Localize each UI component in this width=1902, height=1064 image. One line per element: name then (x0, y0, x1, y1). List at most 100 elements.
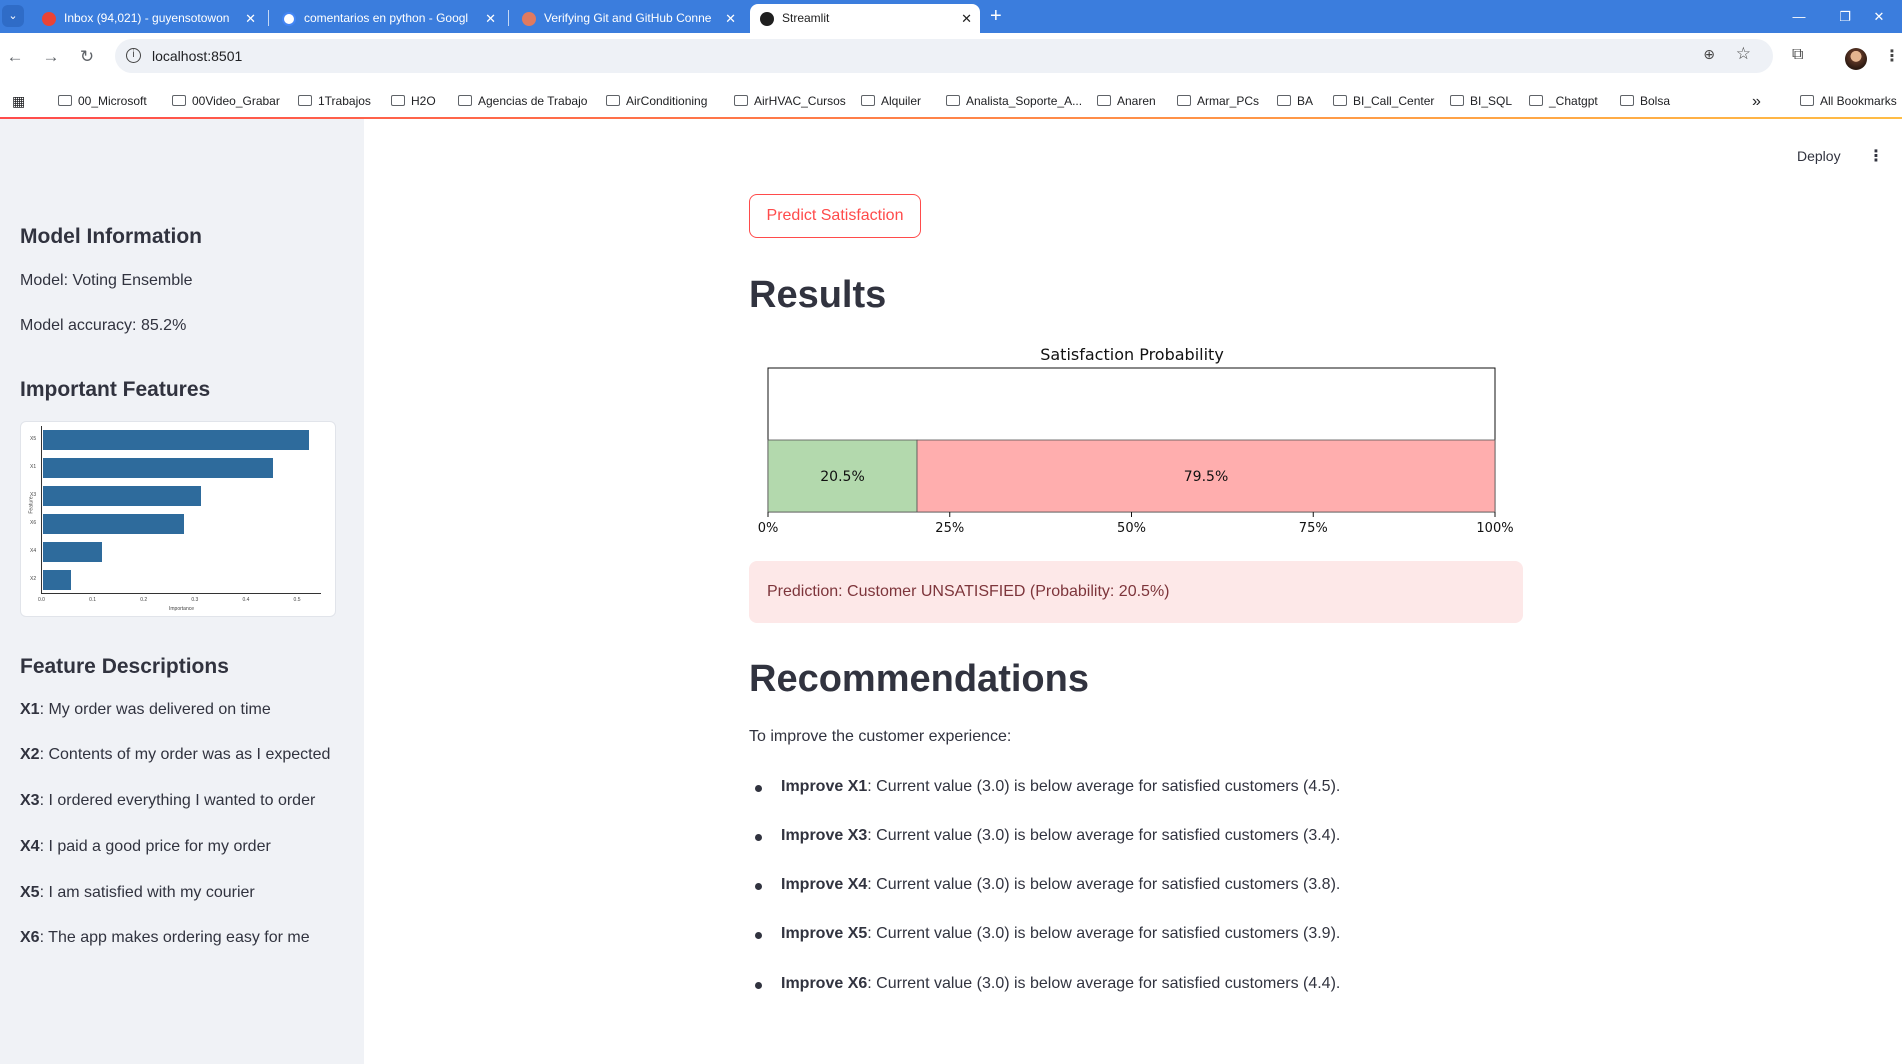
importance-plot-area: X5 X1 X3 X6 X4 X2 0.0 0.1 0.2 0.3 0.4 0.5 (30, 426, 321, 603)
close-icon[interactable]: ✕ (485, 4, 496, 33)
folder-icon (861, 95, 875, 106)
site-info-icon[interactable]: i (126, 48, 141, 63)
importance-xtick: 0.4 (242, 597, 250, 603)
bullet-icon (755, 932, 762, 939)
bookmark-folder[interactable]: Armar_PCs (1177, 85, 1259, 118)
bookmark-folder[interactable]: 00Video_Grabar (172, 85, 280, 118)
bookmark-folder[interactable]: 1Trabajos (298, 85, 371, 118)
bookmark-folder[interactable]: _Chatgpt (1529, 85, 1598, 118)
folder-icon (1800, 95, 1814, 106)
bookmark-folder[interactable]: BI_Call_Center (1333, 85, 1434, 118)
prediction-text: Prediction: Customer UNSATISFIED (Probab… (767, 583, 1170, 600)
importance-ylabel: Feature (28, 496, 35, 514)
feature-description-x2: X2: Contents of my order was as I expect… (20, 746, 331, 763)
probability-bar-label: 79.5% (1184, 469, 1228, 485)
folder-icon (298, 95, 312, 106)
new-tab-icon[interactable]: + (990, 4, 1002, 28)
zoom-icon[interactable]: ⊕ (1703, 46, 1715, 63)
tab-title: comentarios en python - Googl (304, 11, 469, 25)
folder-icon (1529, 95, 1543, 106)
tab-google-search[interactable]: comentarios en python - Googl ✕ (272, 4, 504, 33)
bookmark-folder[interactable]: BA (1277, 85, 1313, 118)
address-bar[interactable]: i localhost:8501 ⊕ ☆ (115, 39, 1773, 73)
feature-description-x4: X4: I paid a good price for my order (20, 838, 271, 855)
bullet-icon (755, 883, 762, 890)
browser-tab-strip: ⌄ Inbox (94,021) - guyensotowon ✕ coment… (0, 0, 1902, 33)
sidebar: Model Information Model: Voting Ensemble… (0, 119, 364, 1064)
folder-icon (58, 95, 72, 106)
page-icon (522, 12, 536, 26)
bookmark-folder[interactable]: Anaren (1097, 85, 1156, 118)
back-icon[interactable]: ← (0, 42, 30, 72)
close-icon[interactable]: ✕ (245, 4, 256, 33)
recommendations-heading: Recommendations (749, 658, 1089, 700)
gmail-icon (42, 12, 56, 26)
extensions-icon[interactable]: ⧉ (1792, 46, 1803, 64)
close-window-icon[interactable]: ✕ (1856, 0, 1902, 33)
importance-xtick: 0.2 (140, 597, 148, 603)
bookmark-star-icon[interactable]: ☆ (1736, 44, 1751, 64)
tab-github-docs[interactable]: Verifying Git and GitHub Conne ✕ (512, 4, 744, 33)
predict-satisfaction-button[interactable]: Predict Satisfaction (749, 194, 921, 238)
folder-icon (1333, 95, 1347, 106)
tab-streamlit[interactable]: Streamlit ✕ (750, 4, 980, 33)
importance-bar-x5 (43, 430, 309, 450)
tab-title: Inbox (94,021) - guyensotowon (64, 11, 230, 25)
importance-ytick: X2 (30, 576, 37, 582)
all-bookmarks[interactable]: All Bookmarks (1800, 85, 1897, 118)
bookmark-folder[interactable]: Bolsa (1620, 85, 1670, 118)
importance-bar-x4 (43, 542, 102, 562)
x-tick-label: 0% (758, 521, 779, 536)
bookmark-folder[interactable]: H2O (391, 85, 436, 118)
main-menu-icon[interactable]: ⋮ (1868, 146, 1884, 166)
close-icon[interactable]: ✕ (961, 4, 972, 33)
bookmarks-overflow-icon[interactable]: » (1752, 85, 1761, 118)
bookmark-folder[interactable]: AirConditioning (606, 85, 707, 118)
importance-bar-x1 (43, 458, 273, 478)
tab-search-icon[interactable]: ⌄ (2, 5, 24, 27)
folder-icon (606, 95, 620, 106)
bookmark-folder[interactable]: AirHVAC_Cursos (734, 85, 846, 118)
prediction-alert: Prediction: Customer UNSATISFIED (Probab… (749, 561, 1523, 623)
folder-icon (734, 95, 748, 106)
bookmark-folder[interactable]: BI_SQL (1450, 85, 1512, 118)
important-features-heading: Important Features (20, 378, 211, 401)
folder-icon (1177, 95, 1191, 106)
bookmark-folder[interactable]: Analista_Soporte_A... (946, 85, 1082, 118)
bullet-icon (755, 834, 762, 841)
bookmark-folder[interactable]: Alquiler (861, 85, 921, 118)
profile-avatar[interactable] (1845, 48, 1867, 70)
results-heading: Results (749, 274, 887, 316)
recommendations-intro: To improve the customer experience: (749, 728, 1012, 745)
model-name: Model: Voting Ensemble (20, 272, 193, 289)
close-icon[interactable]: ✕ (725, 4, 736, 33)
forward-icon[interactable]: → (36, 42, 66, 72)
tab-title: Verifying Git and GitHub Conne (544, 11, 712, 25)
model-accuracy: Model accuracy: 85.2% (20, 317, 187, 334)
streamlit-icon (760, 12, 774, 26)
bullet-icon (755, 982, 762, 989)
importance-bar-x2 (43, 570, 72, 590)
google-icon (282, 12, 296, 26)
importance-xtick: 0.0 (38, 597, 45, 603)
x-tick-label: 25% (935, 521, 964, 536)
bookmark-folder[interactable]: 00_Microsoft (58, 85, 147, 118)
feature-description-x3: X3: I ordered everything I wanted to ord… (20, 792, 316, 809)
satisfaction-probability-chart: Satisfaction Probability 20.5% 79.5% 0% 25… (749, 338, 1525, 543)
importance-ytick: X6 (30, 520, 37, 526)
x-tick-label: 75% (1299, 521, 1328, 536)
chart-title: Satisfaction Probability (1040, 345, 1224, 364)
model-info-heading: Model Information (20, 225, 202, 248)
folder-icon (458, 95, 472, 106)
minimize-icon[interactable]: — (1776, 0, 1822, 33)
reload-icon[interactable]: ↻ (72, 42, 102, 72)
x-tick-label: 50% (1117, 521, 1146, 536)
deploy-button[interactable]: Deploy (1797, 148, 1841, 164)
url-text[interactable]: localhost:8501 (152, 39, 242, 73)
browser-menu-icon[interactable]: ⋮ (1884, 46, 1900, 66)
tab-gmail[interactable]: Inbox (94,021) - guyensotowon ✕ (32, 4, 264, 33)
probability-chart-svg: Satisfaction Probability 20.5% 79.5% 0% 25… (758, 345, 1514, 536)
feature-description-x5: X5: I am satisfied with my courier (20, 884, 255, 901)
apps-grid-icon[interactable]: ▦ (12, 85, 25, 118)
bookmark-folder[interactable]: Agencias de Trabajo (458, 85, 587, 118)
